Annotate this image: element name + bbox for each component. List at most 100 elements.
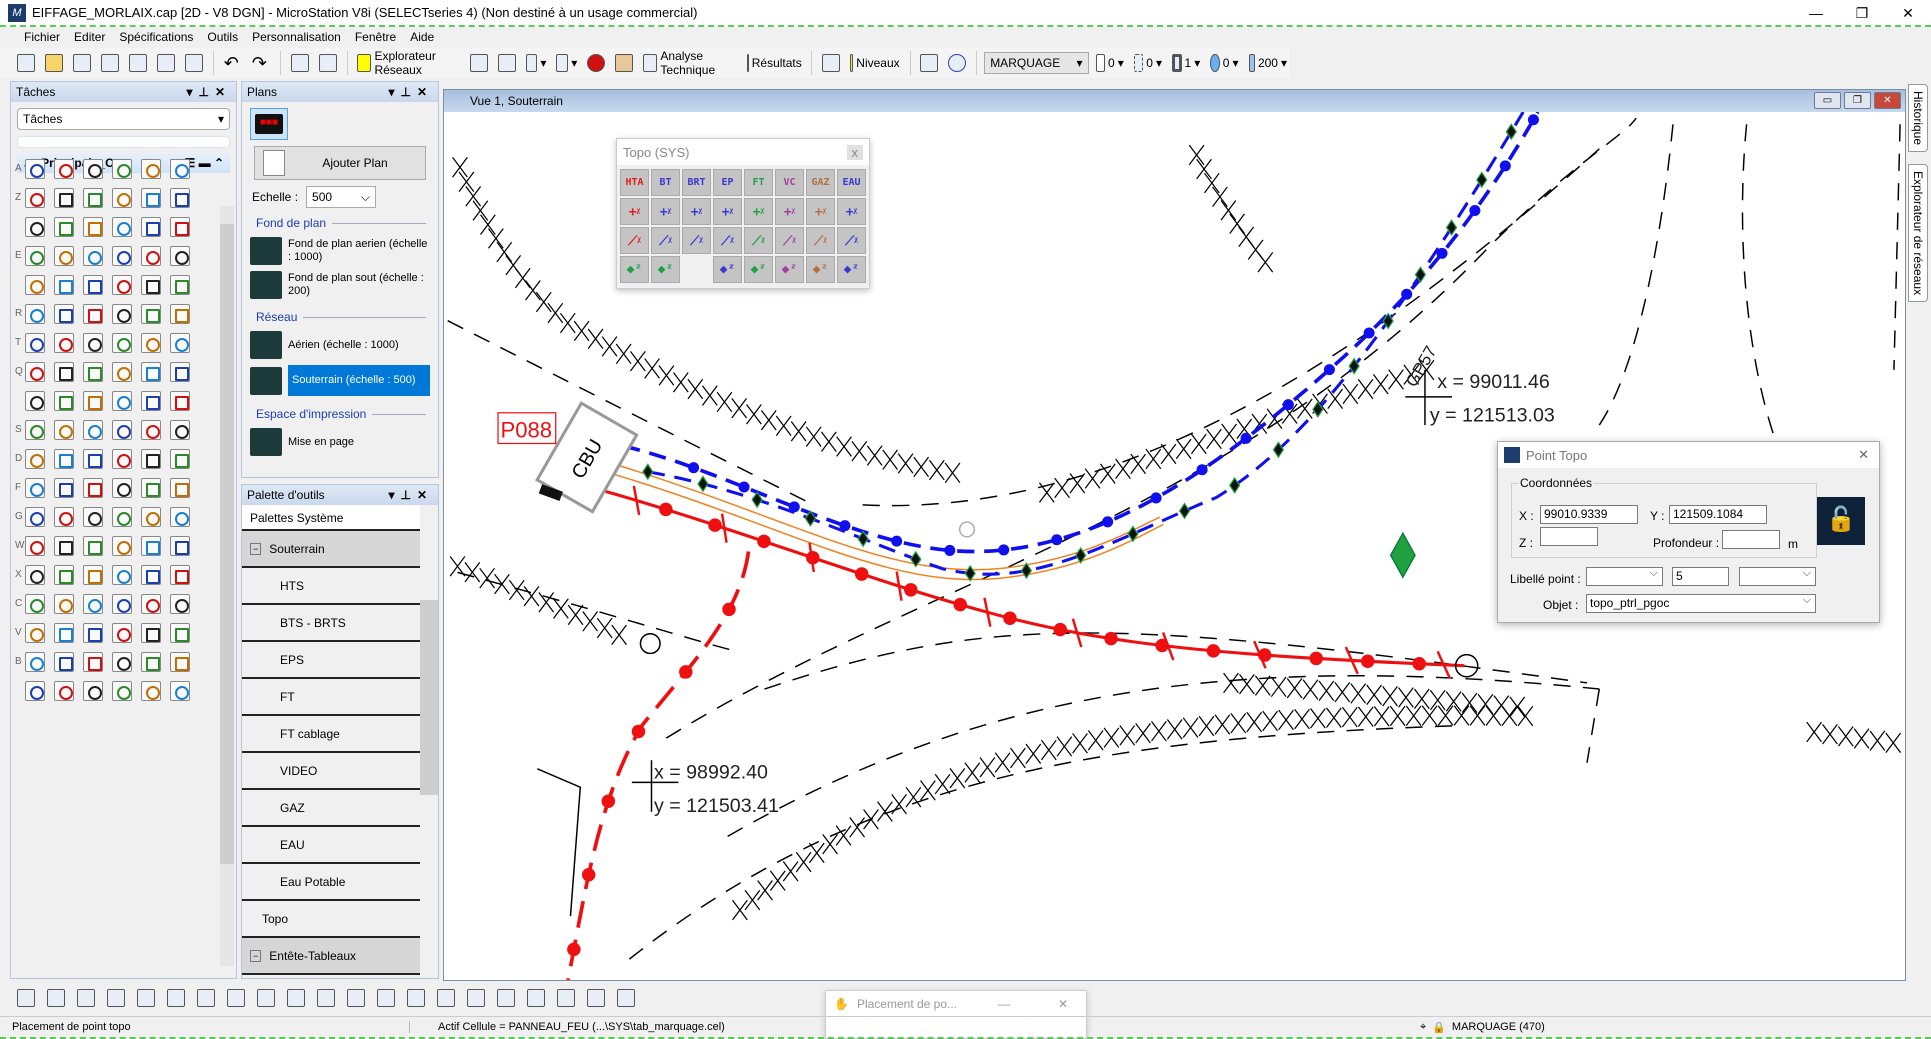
menu-item[interactable]: Fichier <box>24 30 60 44</box>
palette-row[interactable]: Eau Potable <box>242 864 420 901</box>
placement-minimize-button[interactable]: — <box>998 997 1010 1011</box>
tool-button[interactable] <box>170 535 190 556</box>
tool-button[interactable] <box>112 187 132 208</box>
new-file-button[interactable] <box>14 50 38 76</box>
hta-cable-node[interactable] <box>631 724 646 739</box>
bt-cable-node[interactable] <box>1102 516 1114 528</box>
tool-button[interactable] <box>170 187 190 208</box>
tool-button[interactable] <box>141 535 161 556</box>
tool-button[interactable] <box>83 593 103 614</box>
tool-button[interactable] <box>112 390 132 411</box>
tool-button[interactable] <box>25 216 45 237</box>
topo-network-header[interactable]: VC <box>775 169 804 196</box>
tool-button[interactable] <box>141 245 161 266</box>
tool-button[interactable] <box>83 245 103 266</box>
plan-item[interactable]: Souterrain (échelle : 500) <box>242 362 438 399</box>
properties-button[interactable] <box>98 50 122 76</box>
copy-button[interactable] <box>70 50 94 76</box>
status-level[interactable]: MARQUAGE (470) <box>1452 1021 1545 1033</box>
hta-cable-node[interactable] <box>567 942 581 957</box>
tool-button[interactable] <box>25 622 45 643</box>
tool-button[interactable] <box>112 448 132 469</box>
bt-cable-node[interactable] <box>1401 288 1413 300</box>
hta-cable-node[interactable] <box>1206 644 1221 658</box>
tool-button[interactable] <box>54 651 74 672</box>
tool-button[interactable] <box>141 187 161 208</box>
tool-button[interactable] <box>170 216 190 237</box>
view-attr-button[interactable] <box>344 985 368 1011</box>
x-field[interactable]: 99010.9339 <box>1540 505 1638 524</box>
topo-point-tool[interactable]: +ᵡ <box>682 198 711 225</box>
hta-cable-node[interactable] <box>601 794 616 808</box>
tool-button[interactable] <box>54 274 74 295</box>
tool-button[interactable] <box>83 535 103 556</box>
maximize-button[interactable]: ❐ <box>1839 0 1885 26</box>
layout-menu-button[interactable]: ▾ <box>553 50 580 76</box>
tool-button[interactable] <box>83 332 103 353</box>
menu-item[interactable]: Editer <box>74 30 105 44</box>
topo-line-point-tool[interactable]: ⟋ᵡ <box>775 227 804 254</box>
tool-button[interactable] <box>25 361 45 382</box>
tool-button[interactable] <box>83 216 103 237</box>
topo-point-tool[interactable]: +ᵡ <box>775 198 804 225</box>
topo-diamond-tool[interactable]: ◆ᶻ <box>806 256 835 283</box>
grid-button[interactable] <box>314 985 338 1011</box>
bt-cable-node[interactable] <box>1196 464 1208 476</box>
tool-button[interactable] <box>141 390 161 411</box>
tool-button[interactable] <box>54 593 74 614</box>
cabinet-button[interactable] <box>612 50 636 76</box>
menu-item[interactable]: Fenêtre <box>355 30 396 44</box>
open-folder-button[interactable] <box>182 50 206 76</box>
collapse-icon[interactable]: − <box>250 949 262 962</box>
menu-item[interactable]: Outils <box>207 30 238 44</box>
tool-button[interactable] <box>54 535 74 556</box>
undo-button[interactable]: ↶ <box>221 50 245 76</box>
plan-item[interactable]: Fond de plan aerien (échelle : 1000) <box>242 234 438 268</box>
view-restore-button[interactable]: ❐ <box>1844 92 1871 109</box>
collapse-icon[interactable]: − <box>250 542 262 555</box>
topo-network-header[interactable]: HTA <box>620 169 649 196</box>
results-button[interactable]: Résultats <box>744 50 805 76</box>
sleeve-diamond[interactable] <box>697 475 709 493</box>
tool-button[interactable] <box>170 564 190 585</box>
tool-button[interactable] <box>83 477 103 498</box>
sleeve-diamond[interactable] <box>642 463 654 481</box>
hta-cable-node[interactable] <box>854 567 869 581</box>
palette-row[interactable]: HTS <box>242 568 420 605</box>
line-weight-select[interactable]: 1 ▾ <box>1169 50 1203 76</box>
task-search[interactable] <box>17 136 230 148</box>
transparency-select[interactable]: 0 ▾ <box>1207 50 1241 76</box>
label-prefix-select[interactable] <box>1586 567 1663 586</box>
palette-row[interactable]: BTS - BRTS <box>242 605 420 642</box>
tool-button[interactable] <box>83 187 103 208</box>
bt-cable-node[interactable] <box>688 462 700 474</box>
topo-network-header[interactable]: BRT <box>682 169 711 196</box>
hta-cable-node[interactable] <box>708 518 722 532</box>
scale-select[interactable]: 500 ⌵ <box>306 186 377 208</box>
hta-cable-node[interactable] <box>1309 651 1323 666</box>
tool-button[interactable] <box>54 361 74 382</box>
snap-status-icon[interactable]: ⌖ <box>1420 1021 1426 1034</box>
topo-line-point-tool[interactable]: ⟋ᵡ <box>806 227 835 254</box>
y-field[interactable]: 121509.1084 <box>1669 505 1767 524</box>
tool-button[interactable] <box>112 332 132 353</box>
tool-button[interactable] <box>54 303 74 324</box>
topo-point-tool[interactable]: +ᵡ <box>744 198 773 225</box>
tool-button[interactable] <box>54 216 74 237</box>
curve-button[interactable] <box>104 985 128 1011</box>
topo-point-diamond[interactable] <box>1389 531 1416 579</box>
open-button[interactable] <box>42 50 66 76</box>
line-button[interactable] <box>44 985 68 1011</box>
palette-row[interactable]: − Entête-Tableaux <box>242 938 420 975</box>
technical-analysis-button[interactable]: Analyse Technique <box>640 49 739 77</box>
topo-point-tool[interactable]: +ᵡ <box>837 198 866 225</box>
topo-line-point-tool[interactable]: ⟋ᵡ <box>837 227 866 254</box>
tool-button[interactable] <box>25 506 45 527</box>
z-field[interactable] <box>1540 527 1598 546</box>
tool-button[interactable] <box>25 477 45 498</box>
tool-button[interactable] <box>141 680 161 701</box>
view-minimize-button[interactable]: ▭ <box>1814 92 1841 109</box>
bt-cable-node[interactable] <box>1051 534 1063 546</box>
tool-button[interactable] <box>170 361 190 382</box>
sun-button[interactable] <box>164 985 188 1011</box>
